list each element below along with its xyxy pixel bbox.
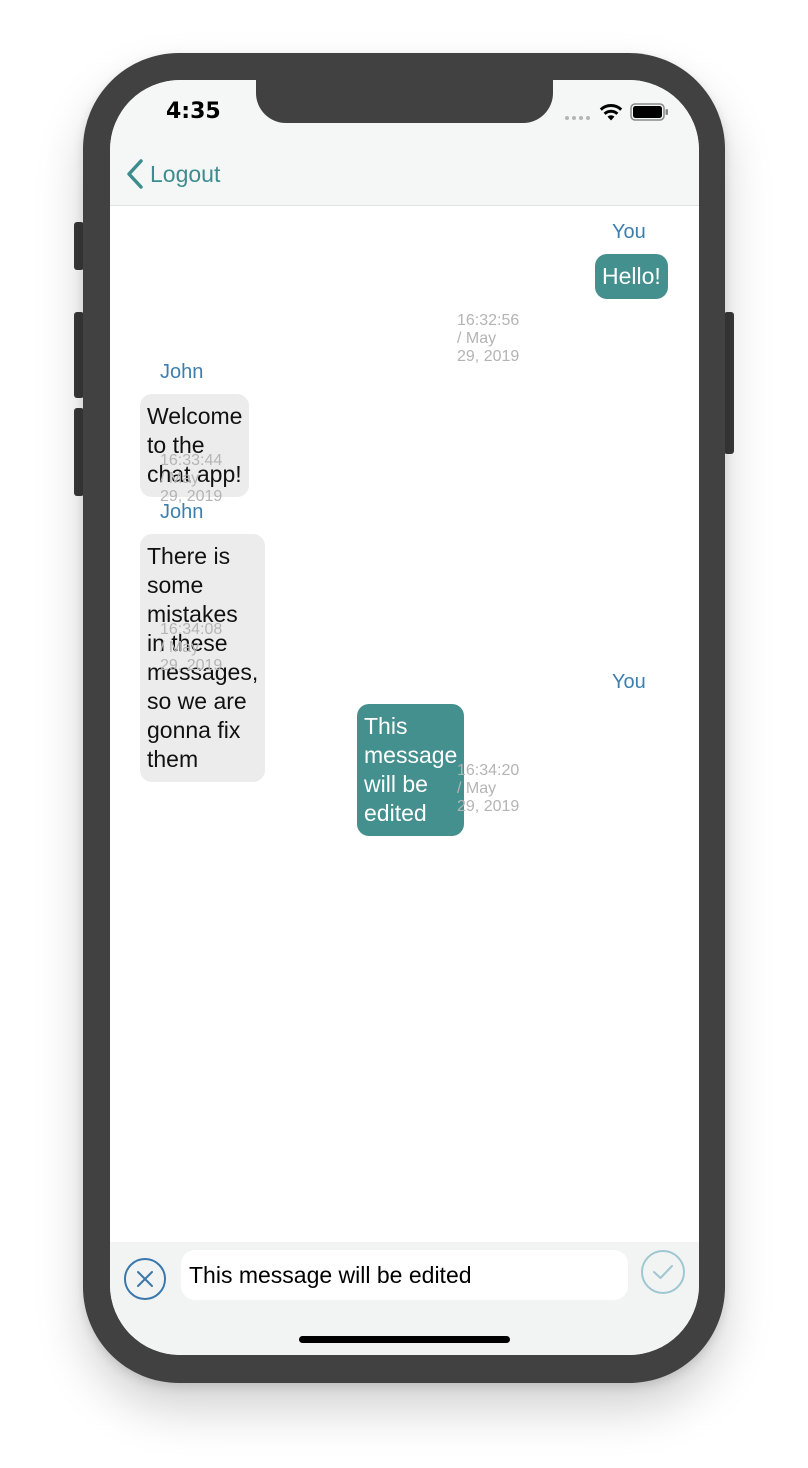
checkmark-icon bbox=[653, 1265, 673, 1279]
notch bbox=[256, 80, 553, 123]
signal-icon bbox=[565, 116, 590, 120]
status-time: 4:35 bbox=[166, 99, 221, 124]
message-timestamp: 16:34:08 / May 29, 2019 bbox=[160, 621, 223, 674]
message-bubble-outgoing[interactable]: Hello! bbox=[595, 254, 668, 299]
message-input[interactable] bbox=[181, 1250, 628, 1300]
message-timestamp: 16:32:56 / May 29, 2019 bbox=[457, 312, 520, 365]
message-text: Hello! bbox=[602, 263, 661, 289]
sender-name: John bbox=[160, 361, 204, 383]
home-indicator[interactable] bbox=[299, 1336, 510, 1343]
cancel-edit-button[interactable] bbox=[124, 1258, 166, 1300]
chevron-left-icon bbox=[127, 159, 143, 189]
close-icon bbox=[137, 1271, 153, 1287]
battery-icon bbox=[630, 103, 668, 121]
wifi-icon bbox=[599, 104, 623, 121]
device-mockup: 4:35 Logout You Hello! 16:32:56 / May 29… bbox=[0, 0, 808, 1468]
sender-name: John bbox=[160, 501, 204, 523]
message-list[interactable]: You Hello! 16:32:56 / May 29, 2019 John … bbox=[110, 207, 699, 1242]
message-timestamp: 16:33:44 / May 29, 2019 bbox=[160, 452, 223, 505]
message-timestamp: 16:34:20 / May 29, 2019 bbox=[457, 762, 520, 815]
power-button bbox=[724, 312, 734, 454]
logout-back-button[interactable]: Logout bbox=[126, 156, 220, 192]
app-screen: 4:35 Logout You Hello! 16:32:56 / May 29… bbox=[110, 80, 699, 1355]
sender-name: You bbox=[612, 221, 646, 243]
message-bubble-outgoing[interactable]: This message will be edited bbox=[357, 704, 465, 836]
message-text: This message will be edited bbox=[364, 713, 458, 826]
confirm-edit-button[interactable] bbox=[641, 1250, 685, 1294]
message-text-line: messages, so we are gonna fix them bbox=[147, 659, 259, 772]
logout-label: Logout bbox=[150, 160, 221, 187]
sender-name: You bbox=[612, 671, 646, 693]
